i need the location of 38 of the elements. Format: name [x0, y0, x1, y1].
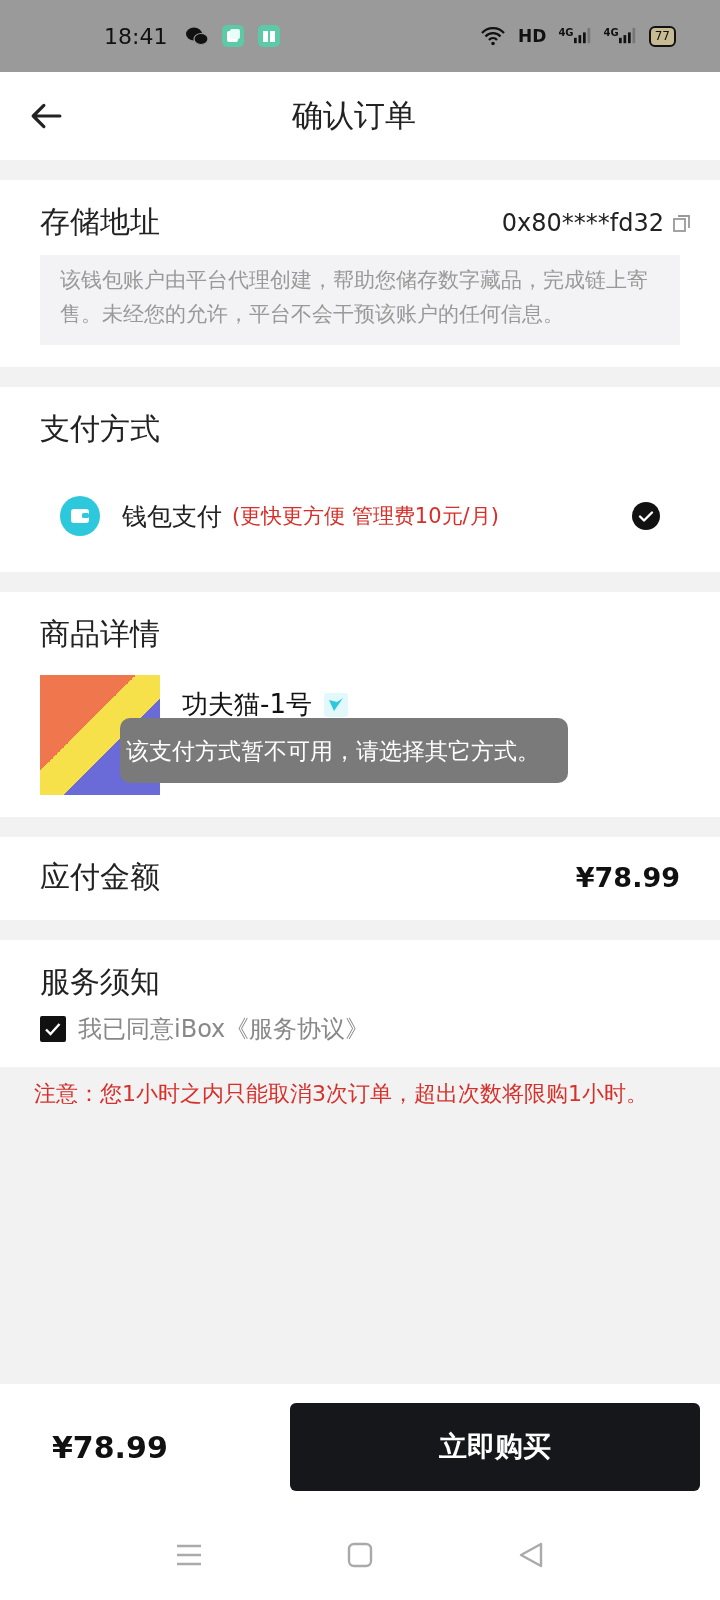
- signal-icon: [618, 27, 637, 45]
- amount-label: 应付金额: [40, 858, 160, 896]
- agreement-checkbox[interactable]: [40, 1016, 66, 1042]
- back-icon: [518, 1542, 544, 1568]
- wallet-address: 0x80****fd32: [501, 208, 664, 237]
- home-icon: [347, 1542, 373, 1568]
- page-title: 确认订单: [291, 96, 417, 135]
- menu-icon: [176, 1542, 202, 1568]
- network-label: 4G: [558, 27, 574, 38]
- back-arrow-icon: [30, 103, 62, 129]
- wallet-icon: [60, 496, 100, 536]
- buy-now-button[interactable]: 立即购买: [290, 1403, 700, 1491]
- section-title: 存储地址: [40, 203, 160, 241]
- payment-option[interactable]: 钱包支付 (更快更方便 管理费10元/月): [40, 450, 680, 544]
- battery-level: 77: [654, 29, 670, 43]
- book-icon: [257, 24, 282, 48]
- app-icon: [221, 24, 246, 48]
- section-title: 支付方式: [40, 410, 161, 448]
- wallet-note: 该钱包账户由平台代理创建，帮助您储存数字藏品，完成链上寄售。未经您的允许，平台不会干预该账户的任何信息。: [40, 255, 680, 345]
- status-time: 18:41: [104, 23, 168, 49]
- chat-icon: [185, 26, 210, 46]
- copy-icon: [672, 212, 692, 233]
- selected-check-icon[interactable]: [632, 502, 660, 530]
- payment-name: 钱包支付: [122, 500, 222, 533]
- agreement-text: 我已同意iBox《服务协议》: [78, 1014, 370, 1045]
- toast-message: 该支付方式暂不可用，请选择其它方式。: [120, 718, 568, 783]
- section-title: 商品详情: [40, 615, 161, 653]
- amount-value: ¥78.99: [575, 862, 680, 893]
- network-label: HD: [518, 26, 547, 46]
- signal-icon: [573, 27, 592, 45]
- wifi-icon: [480, 26, 507, 46]
- total-price: ¥78.99: [52, 1429, 168, 1465]
- payment-note: (更快更方便 管理费10元/月): [232, 503, 500, 530]
- network-label: 4G: [603, 27, 619, 38]
- notice-text: 注意：您1小时之内只能取消3次订单，超出次数将限购1小时。: [34, 1080, 649, 1108]
- verified-badge-icon: [323, 692, 348, 717]
- product-name: 功夫猫-1号: [182, 688, 312, 721]
- section-title: 服务须知: [40, 963, 161, 1001]
